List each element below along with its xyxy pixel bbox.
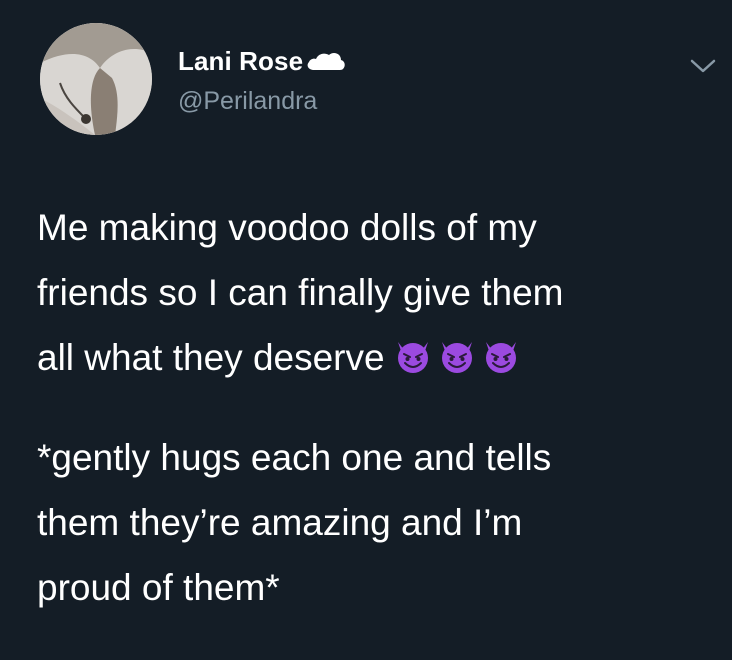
tweet-text-line-text: friends so I can finally give them [37,272,564,313]
smiling-devil-icon [441,342,472,374]
tweet-text-line-text: all what they deserve [37,337,385,378]
cloud-icon [307,52,345,70]
avatar-photo [40,23,152,135]
tweet-text-line: Me making voodoo dolls of my [37,207,537,248]
smiling-devil-icon [397,342,428,374]
display-name[interactable]: Lani Rose [178,46,303,77]
emoji-group [393,336,521,376]
chevron-down-icon[interactable] [689,56,717,76]
author-name-row: Lani Rose [178,43,347,79]
tweet-text-line: proud of them* [37,567,280,608]
smiling-devil-icon [485,342,516,374]
username-handle[interactable]: @Perilandra [178,87,317,116]
tweet-text-paragraph-2: *gently hugs each one and tells them they… [37,425,551,620]
tweet-text-line: *gently hugs each one and tells [37,437,552,478]
avatar[interactable] [40,23,152,135]
tweet-text-line: all what they deserve [37,325,563,390]
tweet-text-paragraph-1: Me making voodoo dolls of my friends so I… [37,195,563,390]
tweet-text-line: them they’re amazing and I’m [37,502,523,543]
tweet-text-line: friends so I can finally give them [37,260,563,325]
tweet-card: Lani Rose @Perilandra Me making voodoo d… [0,0,732,660]
